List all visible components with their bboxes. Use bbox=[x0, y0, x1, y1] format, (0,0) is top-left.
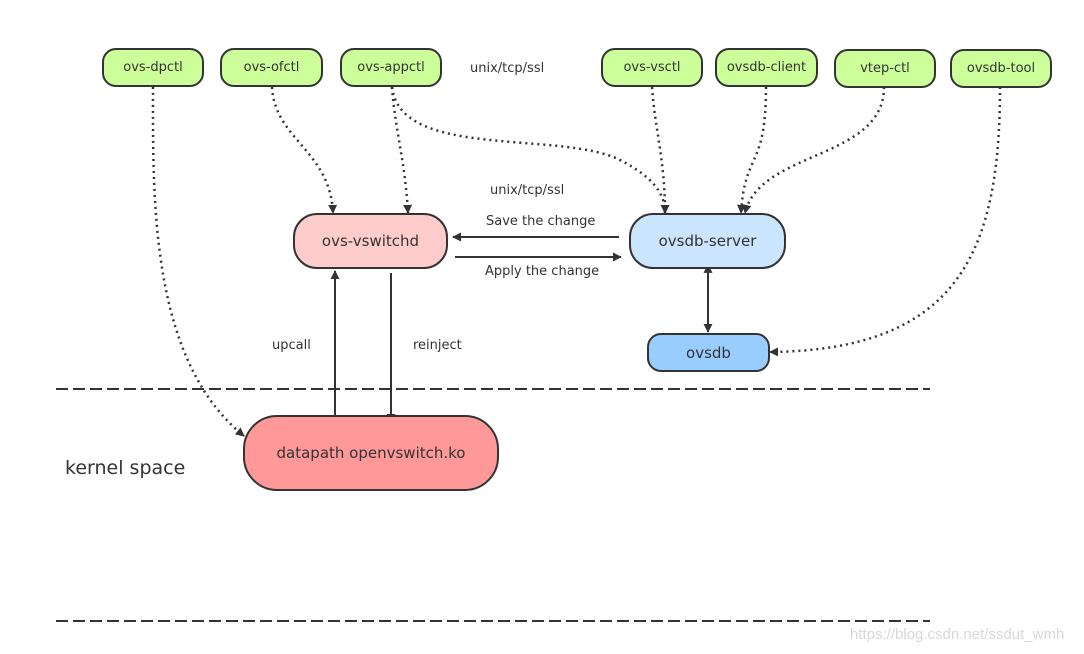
edge-appctl-vswitchd bbox=[390, 86, 413, 214]
tool-vtep-ctl[interactable]: vtep-ctl bbox=[834, 49, 936, 88]
apply-change-label: Apply the change bbox=[485, 264, 600, 279]
tool-ovs-appctl[interactable]: ovs-appctl bbox=[340, 48, 442, 87]
node-datapath[interactable]: datapath openvswitch.ko bbox=[243, 415, 499, 491]
diagram-canvas bbox=[56, 86, 1002, 622]
tool-ovs-vsctl[interactable]: ovs-vsctl bbox=[601, 48, 703, 87]
edge-ofctl-vswitchd bbox=[270, 86, 338, 214]
tool-ovs-dpctl[interactable]: ovs-dpctl bbox=[102, 48, 204, 87]
tool-ovsdb-tool[interactable]: ovsdb-tool bbox=[950, 49, 1052, 88]
edge-vsctl-server bbox=[650, 86, 670, 214]
node-ovs-vswitchd[interactable]: ovs-vswitchd bbox=[293, 213, 448, 269]
protocol-label-mid: unix/tcp/ssl bbox=[490, 183, 565, 198]
edge-dpctl-datapath bbox=[151, 86, 245, 437]
reinject-label: reinject bbox=[413, 338, 462, 353]
edge-tool-ovsdb bbox=[769, 86, 1002, 357]
save-change-label: Save the change bbox=[486, 214, 596, 229]
protocol-label-top: unix/tcp/ssl bbox=[470, 61, 545, 76]
upcall-label: upcall bbox=[272, 338, 311, 353]
node-ovsdb-server[interactable]: ovsdb-server bbox=[629, 213, 786, 269]
tool-ovsdb-client[interactable]: ovsdb-client bbox=[715, 48, 818, 87]
watermark: https://blog.csdn.net/ssdut_wmh bbox=[850, 626, 1065, 643]
edge-client-server bbox=[737, 86, 768, 214]
kernel-space-label: kernel space bbox=[65, 457, 186, 479]
node-ovsdb[interactable]: ovsdb bbox=[647, 333, 770, 372]
tool-ovs-ofctl[interactable]: ovs-ofctl bbox=[220, 48, 323, 87]
